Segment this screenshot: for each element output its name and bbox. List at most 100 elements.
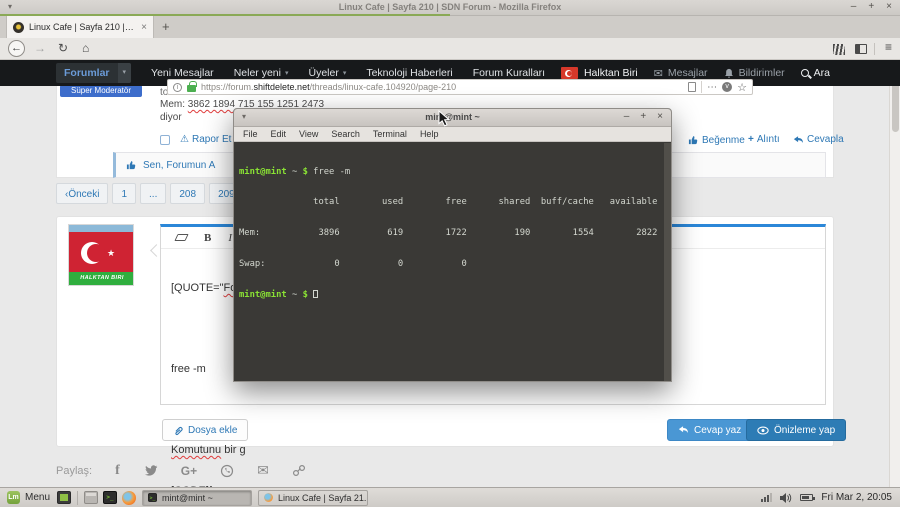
network-signal-icon[interactable]	[761, 493, 773, 502]
terminal-output-line: total used free shared buff/cache availa…	[239, 197, 658, 208]
menu-button[interactable]: Lm Menu	[0, 491, 57, 504]
thumbs-up-icon	[688, 136, 698, 145]
user-role-badge: Süper Moderatör	[60, 85, 142, 97]
terminal-cursor	[313, 290, 319, 299]
nav-item-forums[interactable]: Forumlar ▾	[56, 63, 132, 83]
maximize-icon[interactable]: +	[640, 111, 646, 122]
taskbar-item-firefox[interactable]: Linux Cafe | Sayfa 21...	[258, 489, 369, 506]
mint-logo-icon: Lm	[7, 491, 20, 504]
page-scrollbar[interactable]	[889, 60, 900, 487]
terminal-prompt-line: mint@mint ~ $	[239, 290, 666, 300]
show-desktop-button[interactable]	[57, 491, 72, 504]
menu-search[interactable]: Search	[331, 129, 360, 139]
pagination-page[interactable]: 1	[112, 183, 137, 204]
tab-bar: Linux Cafe | Sayfa 210 | SDN × +	[0, 16, 900, 38]
select-post-checkbox[interactable]	[160, 135, 170, 145]
like-link[interactable]: Beğenme	[688, 134, 745, 146]
share-row: Paylaş: f G+ ✉	[56, 462, 306, 479]
editor-line: Komutunu bir g	[171, 444, 246, 456]
user-avatar[interactable]: ★ HALKTAN BIRI	[68, 224, 134, 286]
minimize-icon[interactable]: –	[624, 111, 630, 122]
close-icon[interactable]: ×	[657, 111, 663, 122]
url-text: https://forum.shiftdelete.net/threads/li…	[201, 82, 457, 92]
remove-formatting-icon[interactable]	[174, 234, 189, 241]
terminal-output-line: Mem: 3896 619 1722 190 1554 2822	[239, 228, 658, 239]
tab-linux-cafe[interactable]: Linux Cafe | Sayfa 210 | SDN ×	[6, 16, 154, 38]
nav-item-new-messages[interactable]: Yeni Mesajlar	[151, 67, 214, 79]
googleplus-icon[interactable]: G+	[181, 464, 197, 478]
nav-item-forum-rules[interactable]: Forum Kuralları	[473, 67, 545, 79]
share-label: Paylaş:	[56, 464, 93, 477]
menu-edit[interactable]: Edit	[271, 129, 287, 139]
desktop: ▾ Linux Cafe | Sayfa 210 | SDN Forum - M…	[0, 0, 900, 507]
new-tab-button[interactable]: +	[162, 19, 170, 34]
close-icon[interactable]: ×	[886, 1, 892, 12]
files-launcher-icon[interactable]	[84, 491, 99, 504]
pocket-icon[interactable]: v	[722, 82, 733, 92]
messages-link[interactable]: ✉ Mesajlar	[654, 67, 708, 80]
terminal-titlebar[interactable]: ▾ mint@mint ~ – + ×	[234, 109, 671, 127]
link-share-icon[interactable]	[292, 464, 306, 477]
page-actions-icon[interactable]: ⋯	[707, 82, 717, 93]
attach-file-button[interactable]: Dosya ekle	[162, 419, 249, 441]
menu-help[interactable]: Help	[420, 129, 439, 139]
minimize-icon[interactable]: –	[851, 1, 857, 12]
terminal-output[interactable]: mint@mint ~ $ free -m total used free sh…	[234, 143, 671, 381]
terminal-window[interactable]: ▾ mint@mint ~ – + × File Edit View Searc…	[233, 108, 672, 382]
maximize-icon[interactable]: +	[868, 1, 874, 12]
url-bar[interactable]: i https://forum.shiftdelete.net/threads/…	[167, 79, 753, 95]
bold-button[interactable]: B	[204, 232, 211, 244]
reload-button[interactable]: ↻	[58, 41, 68, 55]
volume-icon[interactable]	[780, 492, 792, 503]
page-info-icon[interactable]: i	[173, 82, 182, 92]
report-warning-icon: ⚠	[180, 134, 189, 145]
forward-button[interactable]: →	[34, 41, 46, 55]
menu-view[interactable]: View	[299, 129, 318, 139]
battery-icon[interactable]	[800, 494, 816, 501]
menu-hamburger-icon[interactable]: ≡	[885, 40, 892, 54]
terminal-prompt-line: mint@mint ~ $ free -m	[239, 166, 351, 177]
https-lock-icon[interactable]	[187, 81, 197, 92]
sidebar-toggle-icon[interactable]	[855, 44, 867, 54]
facebook-icon[interactable]: f	[115, 463, 120, 479]
bookmark-star-icon[interactable]: ☆	[737, 81, 747, 94]
tab-title: Linux Cafe | Sayfa 210 | SDN	[29, 22, 137, 32]
flag-star-icon: ★	[107, 248, 116, 258]
report-link[interactable]: ⚠ Rapor Et	[180, 134, 231, 145]
firefox-icon	[264, 493, 273, 502]
nav-item-whats-new[interactable]: Neler yeni ▾	[234, 67, 289, 79]
italic-button[interactable]: I	[228, 232, 232, 244]
nav-item-tech-news[interactable]: Teknoloji Haberleri	[366, 67, 452, 79]
firefox-launcher-icon[interactable]	[122, 490, 137, 505]
email-share-icon[interactable]: ✉	[257, 462, 269, 479]
save-page-icon[interactable]	[688, 82, 697, 92]
eye-icon	[757, 426, 769, 434]
submit-reply-button[interactable]: Cevap yaz	[667, 419, 753, 441]
home-button[interactable]: ⌂	[82, 41, 89, 55]
menu-file[interactable]: File	[243, 129, 258, 139]
terminal-launcher-icon[interactable]: >_	[103, 491, 118, 504]
pagination-ellipsis[interactable]: ...	[140, 183, 167, 204]
pagination-page[interactable]: 208	[170, 183, 206, 204]
pagination-prev[interactable]: ‹Önceki	[56, 183, 109, 204]
notifications-link[interactable]: Bildirimler	[724, 67, 785, 79]
chevron-down-icon[interactable]: ▾	[117, 63, 132, 83]
tab-close-icon[interactable]: ×	[141, 22, 147, 33]
terminal-icon: >_	[148, 493, 157, 502]
menu-terminal[interactable]: Terminal	[373, 129, 407, 139]
search-link[interactable]: Ara	[800, 67, 830, 79]
mouse-cursor	[438, 110, 450, 127]
clock[interactable]: Fri Mar 2, 20:05	[821, 492, 892, 503]
reply-link[interactable]: Cevapla	[793, 134, 844, 145]
account-link[interactable]: Halktan Biri	[560, 67, 638, 79]
whatsapp-icon[interactable]	[220, 464, 234, 478]
terminal-title: mint@mint ~	[425, 112, 480, 122]
library-icon[interactable]	[833, 44, 845, 55]
nav-item-members[interactable]: Üyeler ▾	[308, 67, 346, 79]
terminal-scrollbar[interactable]	[664, 143, 671, 381]
twitter-icon[interactable]	[143, 464, 158, 477]
back-button[interactable]: ←	[8, 40, 25, 57]
preview-button[interactable]: Önizleme yap	[746, 419, 847, 441]
taskbar-item-terminal[interactable]: >_ mint@mint ~	[142, 489, 253, 506]
quote-link[interactable]: + Alıntı	[748, 134, 780, 145]
